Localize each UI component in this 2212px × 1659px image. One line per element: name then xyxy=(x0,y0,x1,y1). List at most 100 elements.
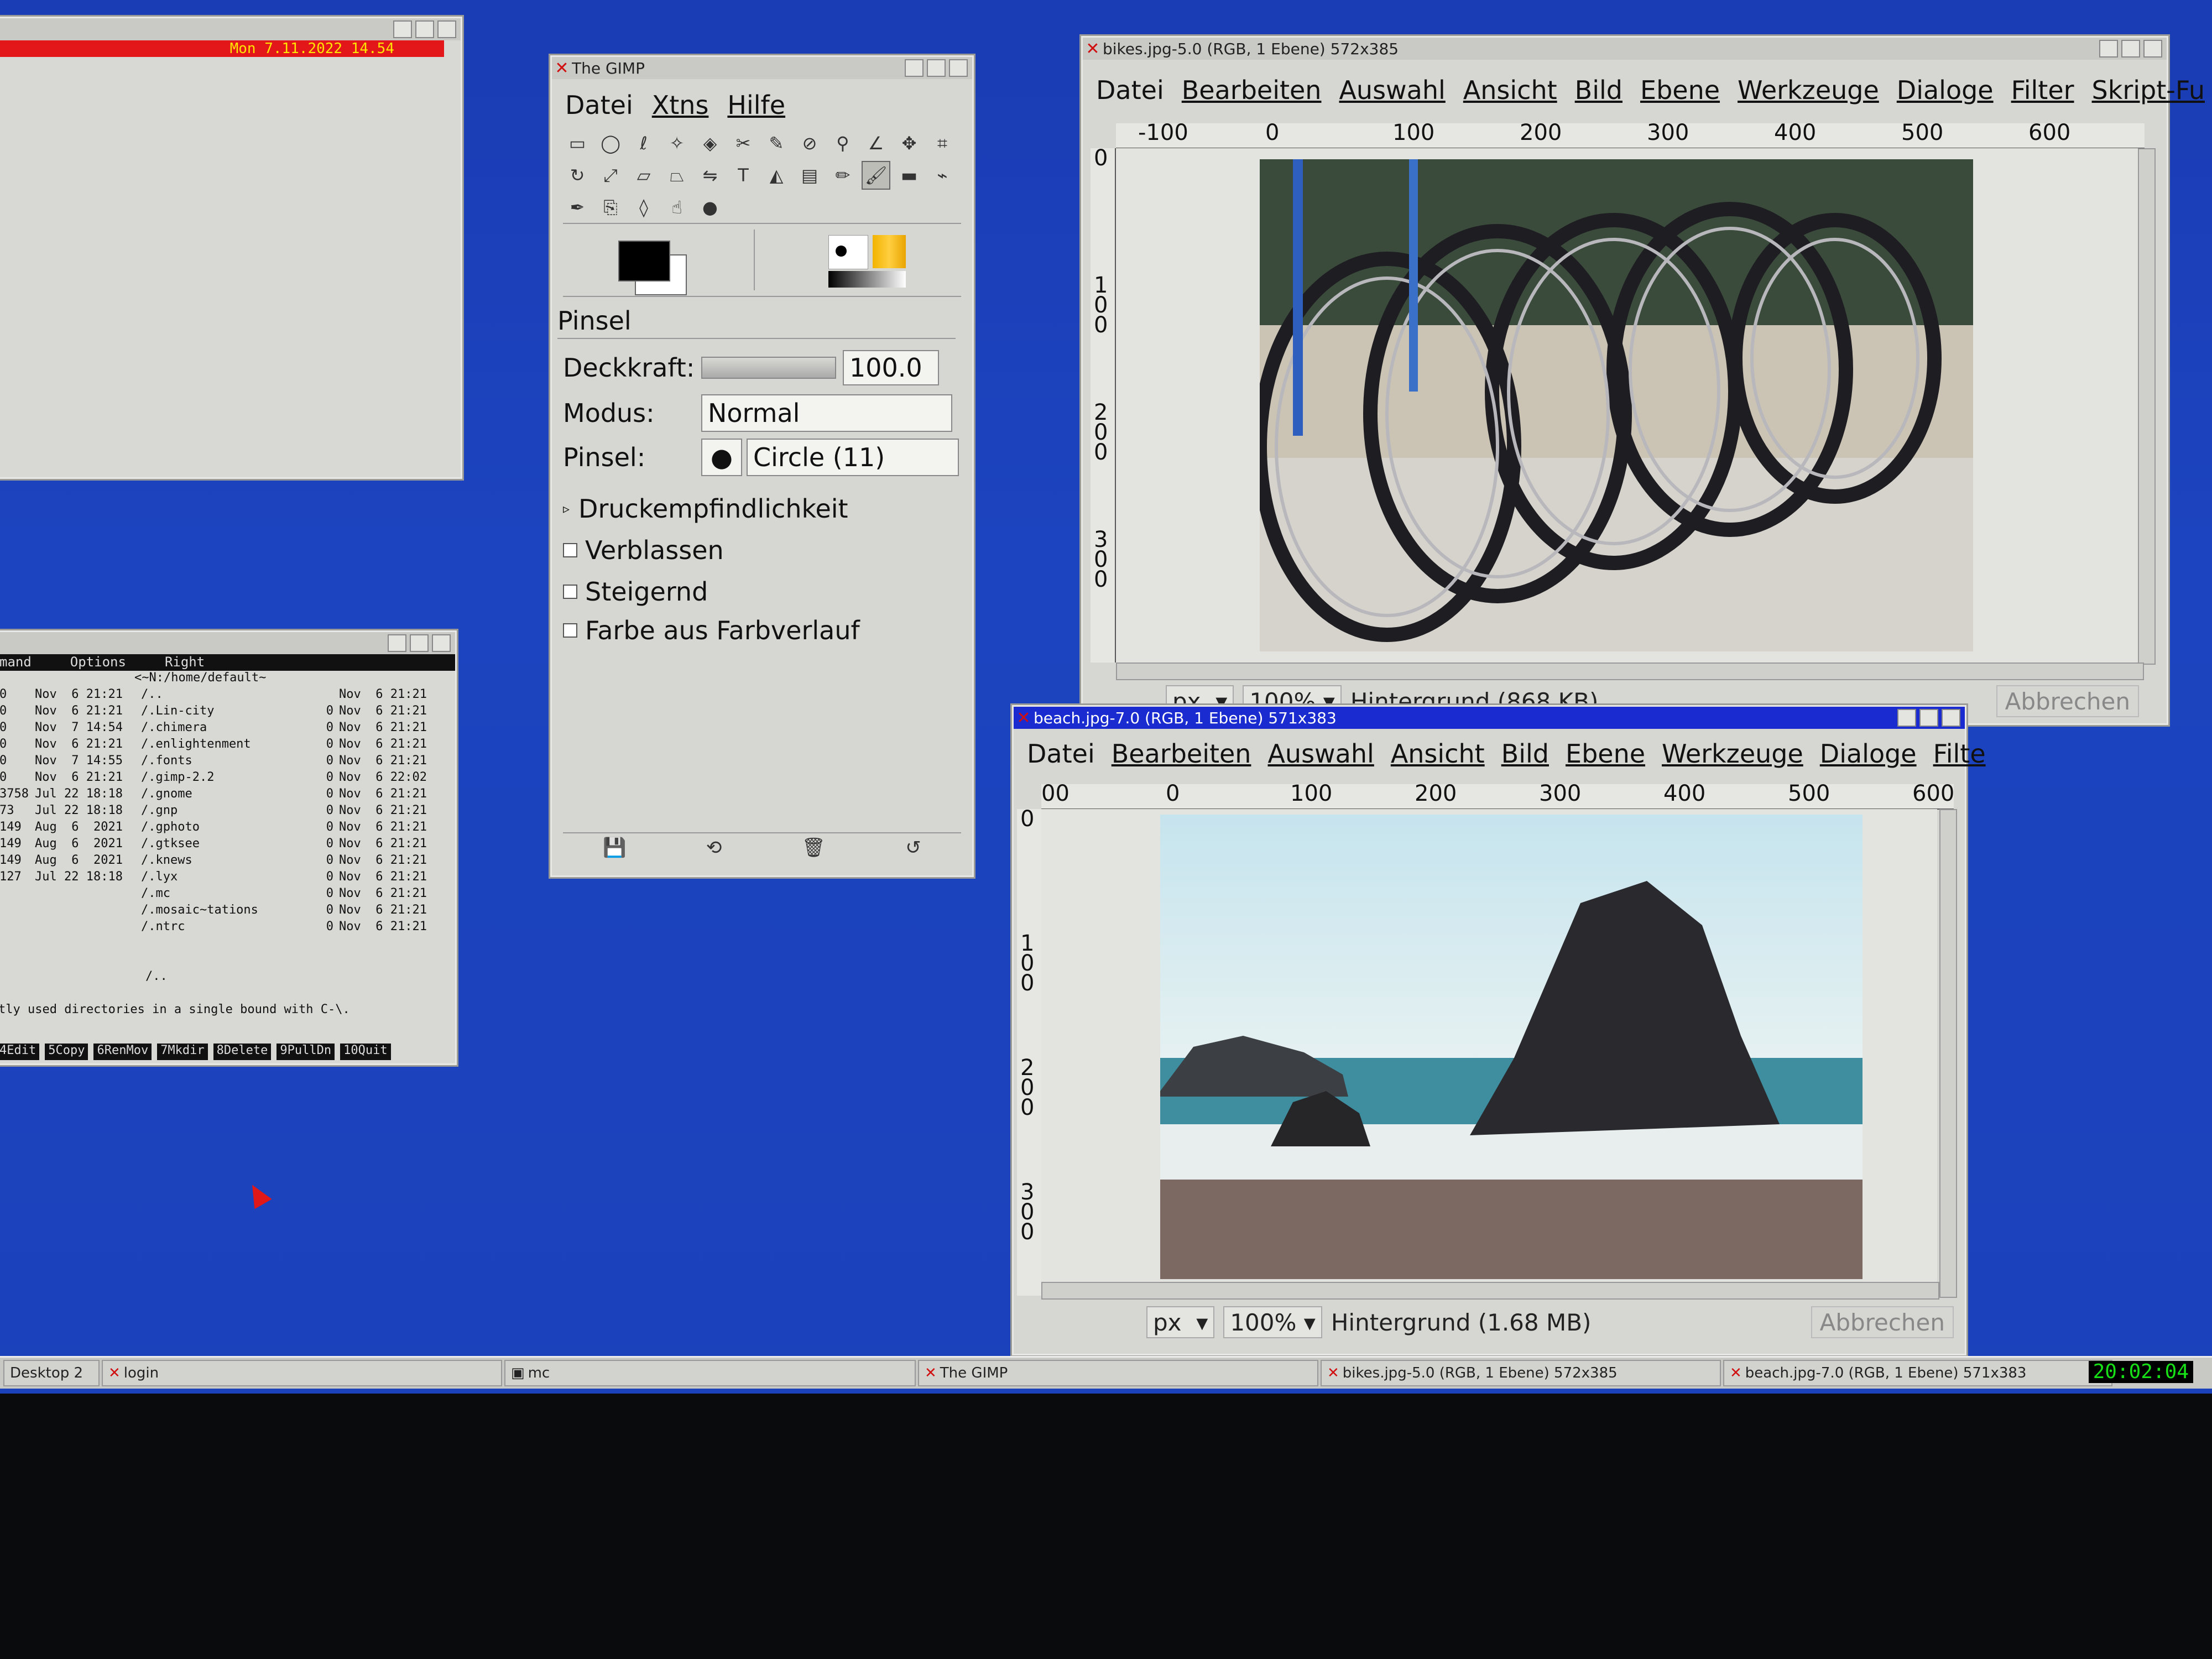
clone-tool-icon[interactable]: ⎘ xyxy=(596,193,625,222)
bikes-menu-bearbeiten[interactable]: Bearbeiten xyxy=(1182,75,1322,105)
mc-file-name[interactable]: /.gtksee xyxy=(141,836,274,852)
menu-xtns[interactable]: Xtns xyxy=(652,90,709,120)
beach-menu-ebene[interactable]: Ebene xyxy=(1566,739,1645,769)
mc-file-name[interactable]: /.enlightenment xyxy=(141,736,274,753)
mc-file-size[interactable]: 0 xyxy=(284,802,333,819)
maximize-icon[interactable] xyxy=(905,59,924,77)
minimize-icon[interactable] xyxy=(410,634,429,652)
mc-file-size[interactable]: 0 xyxy=(284,819,333,836)
bikes-menu-ebene[interactable]: Ebene xyxy=(1640,75,1720,105)
maximize-icon[interactable] xyxy=(393,20,412,38)
mc-file-size[interactable]: 0 xyxy=(284,869,333,885)
mc-left-size[interactable]: 149 xyxy=(0,836,27,852)
gradient-color-row[interactable]: Farbe aus Farbverlauf xyxy=(563,615,860,645)
mc-file-mtime[interactable]: Nov 6 21:21 xyxy=(339,686,439,703)
crop-tool-icon[interactable]: ⌗ xyxy=(928,129,957,158)
mc-file-mtime[interactable]: Nov 6 21:21 xyxy=(339,852,439,869)
close-icon[interactable] xyxy=(2143,40,2162,58)
mc-left-size[interactable]: 73 xyxy=(0,802,27,819)
mc-file-size[interactable]: 0 xyxy=(284,836,333,852)
close-icon[interactable] xyxy=(432,634,451,652)
mc-file-mtime[interactable]: Nov 6 21:21 xyxy=(339,786,439,802)
mc-file-size[interactable]: 0 xyxy=(284,769,333,786)
bikes-vertical-scrollbar[interactable] xyxy=(2138,148,2156,665)
rotate-tool-icon[interactable]: ↻ xyxy=(563,161,592,190)
close-icon[interactable] xyxy=(437,20,456,38)
color-picker-tool-icon[interactable]: ⊘ xyxy=(795,129,824,158)
task-mc[interactable]: ▣ mc xyxy=(504,1360,916,1386)
mc-left-size[interactable]: 149 xyxy=(0,852,27,869)
bikes-menu-werkzeuge[interactable]: Werkzeuge xyxy=(1738,75,1879,105)
mc-left-mtime[interactable]: Nov 7 14:54 xyxy=(35,719,129,736)
mc-file-mtime[interactable]: Nov 6 21:21 xyxy=(339,719,439,736)
mc-left-size[interactable]: 0 xyxy=(0,753,27,769)
beach-zoom-select[interactable]: 100% ▾ xyxy=(1223,1306,1322,1338)
lasso-tool-icon[interactable]: ℓ xyxy=(629,129,658,158)
airbrush-tool-icon[interactable]: ⌁ xyxy=(928,161,957,190)
mc-file-size[interactable] xyxy=(284,686,333,703)
mc-left-mtime[interactable]: Nov 6 21:21 xyxy=(35,769,129,786)
mc-file-mtime[interactable]: Nov 6 21:21 xyxy=(339,869,439,885)
gradient-color-checkbox[interactable] xyxy=(563,623,577,638)
paths-tool-icon[interactable]: ✎ xyxy=(762,129,791,158)
bikes-menu-bild[interactable]: Bild xyxy=(1575,75,1623,105)
close-icon[interactable] xyxy=(949,59,968,77)
opacity-input[interactable]: 100.0 xyxy=(843,350,939,385)
ellipse-select-tool-icon[interactable]: ◯ xyxy=(596,129,625,158)
mode-select[interactable]: Normal xyxy=(701,394,952,432)
beach-menu-bild[interactable]: Bild xyxy=(1501,739,1549,769)
mc-file-mtime[interactable]: Nov 6 21:21 xyxy=(339,819,439,836)
mc-left-mtime[interactable]: Nov 7 14:55 xyxy=(35,753,129,769)
mc-file-name[interactable]: /.. xyxy=(141,686,274,703)
mc-file-mtime[interactable]: Nov 6 21:21 xyxy=(339,802,439,819)
by-color-tool-icon[interactable]: ◈ xyxy=(696,129,724,158)
mc-file-size[interactable]: 0 xyxy=(284,753,333,769)
beach-canvas[interactable] xyxy=(1041,809,1937,1296)
bikes-horizontal-scrollbar[interactable] xyxy=(1116,662,2144,680)
mc-fkey-mkdir[interactable]: 7Mkdir xyxy=(157,1044,208,1060)
beach-horizontal-scrollbar[interactable] xyxy=(1041,1282,1939,1300)
minimize-icon[interactable] xyxy=(2121,40,2140,58)
maximize-icon[interactable] xyxy=(2099,40,2118,58)
mc-file-size[interactable]: 0 xyxy=(284,902,333,919)
convolve-tool-icon[interactable]: ◊ xyxy=(629,193,658,222)
mc-file-name[interactable]: /.fonts xyxy=(141,753,274,769)
active-brush-icon[interactable] xyxy=(828,235,868,269)
mc-file-mtime[interactable]: Nov 6 21:21 xyxy=(339,885,439,902)
task-beach[interactable]: ✕ beach.jpg-7.0 (RGB, 1 Ebene) 571x383 xyxy=(1723,1360,2112,1386)
beach-unit-select[interactable]: px ▾ xyxy=(1146,1306,1215,1338)
mc-fkey-renmov[interactable]: 6RenMov xyxy=(93,1044,152,1060)
smudge-tool-icon[interactable]: ☝ xyxy=(662,193,691,222)
shear-tool-icon[interactable]: ▱ xyxy=(629,161,658,190)
mc-left-size[interactable]: 0 xyxy=(0,719,27,736)
mc-file-name[interactable]: /.Lin-city xyxy=(141,703,274,719)
zoom-tool-icon[interactable]: ⚲ xyxy=(828,129,857,158)
task-login[interactable]: ✕ login xyxy=(102,1360,502,1386)
mc-left-mtime[interactable]: Aug 6 2021 xyxy=(35,819,129,836)
bikes-menu-skript-fu[interactable]: Skript-Fu xyxy=(2092,75,2205,105)
mc-left-size[interactable]: 0 xyxy=(0,686,27,703)
mc-file-name[interactable]: /.gnp xyxy=(141,802,274,819)
mc-left-mtime[interactable]: Nov 6 21:21 xyxy=(35,686,129,703)
beach-menu-auswahl[interactable]: Auswahl xyxy=(1267,739,1374,769)
menu-datei[interactable]: Datei xyxy=(565,90,633,120)
mc-file-name[interactable]: /.mc xyxy=(141,885,274,902)
mc-left-mtime[interactable]: Jul 22 18:18 xyxy=(35,802,129,819)
mc-file-size[interactable]: 0 xyxy=(284,703,333,719)
brush-preview-button[interactable]: ● xyxy=(701,439,742,476)
bikes-cancel-button[interactable]: Abbrechen xyxy=(1996,685,2139,717)
fuzzy-select-tool-icon[interactable]: ✧ xyxy=(662,129,691,158)
beach-menu-datei[interactable]: Datei xyxy=(1027,739,1095,769)
maximize-icon[interactable] xyxy=(388,634,406,652)
save-options-icon[interactable]: 💾 xyxy=(603,837,626,864)
mc-file-size[interactable]: 0 xyxy=(284,852,333,869)
mc-fkey-delete[interactable]: 8Delete xyxy=(213,1044,272,1060)
task-gimp[interactable]: ✕ The GIMP xyxy=(918,1360,1318,1386)
mc-file-name[interactable]: /.knews xyxy=(141,852,274,869)
delete-options-icon[interactable]: 🗑 xyxy=(802,837,826,864)
rect-select-tool-icon[interactable]: ▭ xyxy=(563,129,592,158)
bikes-menu-ansicht[interactable]: Ansicht xyxy=(1463,75,1557,105)
mc-left-size[interactable]: 127 xyxy=(0,869,27,885)
mc-file-mtime[interactable]: Nov 6 21:21 xyxy=(339,836,439,852)
mc-left-mtime[interactable]: Jul 22 18:18 xyxy=(35,869,129,885)
